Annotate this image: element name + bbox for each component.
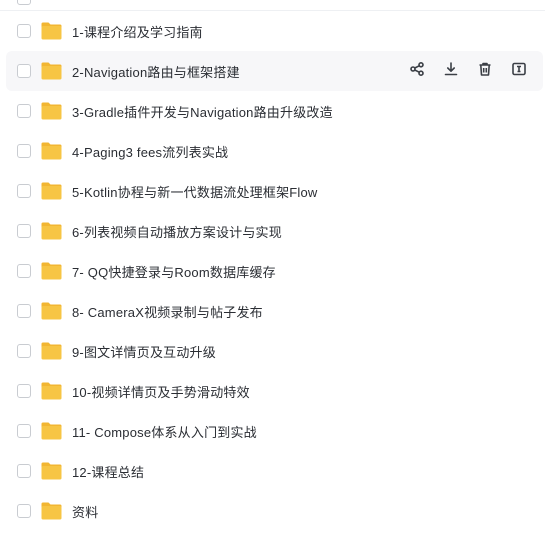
row-checkbox[interactable]	[17, 264, 31, 278]
row-checkbox[interactable]	[17, 184, 31, 198]
delete-icon	[477, 61, 493, 82]
file-row[interactable]: 11- Compose体系从入门到实战	[0, 411, 545, 451]
folder-icon	[40, 501, 63, 521]
file-row[interactable]: 9-图文详情页及互动升级	[0, 331, 545, 371]
row-checkbox[interactable]	[17, 64, 31, 78]
rename-button[interactable]	[511, 61, 527, 82]
file-row[interactable]: 资料	[0, 491, 545, 531]
folder-icon	[40, 181, 63, 201]
folder-icon	[40, 21, 63, 41]
file-name[interactable]: 资料	[72, 502, 98, 521]
folder-icon	[40, 61, 63, 81]
file-name[interactable]: 2-Navigation路由与框架搭建	[72, 62, 240, 81]
row-checkbox[interactable]	[17, 0, 31, 5]
folder-icon	[40, 261, 63, 281]
file-name[interactable]: 4-Paging3 fees流列表实战	[72, 142, 228, 161]
folder-icon	[40, 221, 63, 241]
folder-icon	[40, 381, 63, 401]
row-checkbox[interactable]	[17, 344, 31, 358]
folder-icon	[40, 461, 63, 481]
file-name[interactable]: 1-课程介绍及学习指南	[72, 22, 203, 41]
row-checkbox[interactable]	[17, 464, 31, 478]
row-actions	[409, 61, 527, 82]
file-row[interactable]: 2-Navigation路由与框架搭建	[6, 51, 543, 91]
file-row[interactable]: 4-Paging3 fees流列表实战	[0, 131, 545, 171]
file-name[interactable]: 10-视频详情页及手势滑动特效	[72, 382, 250, 401]
share-button[interactable]	[409, 61, 425, 82]
row-checkbox[interactable]	[17, 224, 31, 238]
row-checkbox[interactable]	[17, 504, 31, 518]
file-row[interactable]: 7- QQ快捷登录与Room数据库缓存	[0, 251, 545, 291]
file-row[interactable]: 6-列表视频自动播放方案设计与实现	[0, 211, 545, 251]
row-checkbox[interactable]	[17, 304, 31, 318]
row-checkbox[interactable]	[17, 144, 31, 158]
row-checkbox[interactable]	[17, 424, 31, 438]
file-row[interactable]: 8- CameraX视频录制与帖子发布	[0, 291, 545, 331]
file-list: 1-课程介绍及学习指南 2-Navigation路由与框架搭建 3-Gradle插件…	[0, 0, 545, 559]
folder-icon	[40, 341, 63, 361]
file-name[interactable]: 12-课程总结	[72, 462, 144, 481]
folder-icon	[40, 421, 63, 441]
file-row[interactable]: 1-课程介绍及学习指南	[0, 11, 545, 51]
file-name[interactable]: 7- QQ快捷登录与Room数据库缓存	[72, 262, 276, 281]
file-row[interactable]: 12-课程总结	[0, 451, 545, 491]
folder-icon	[40, 301, 63, 321]
row-checkbox[interactable]	[17, 24, 31, 38]
download-button[interactable]	[443, 61, 459, 82]
row-checkbox[interactable]	[17, 384, 31, 398]
file-name[interactable]: 9-图文详情页及互动升级	[72, 342, 216, 361]
share-icon	[409, 61, 425, 82]
file-row[interactable]: 3-Gradle插件开发与Navigation路由升级改造	[0, 91, 545, 131]
folder-icon	[40, 141, 63, 161]
file-name[interactable]: 8- CameraX视频录制与帖子发布	[72, 302, 263, 321]
folder-icon	[40, 101, 63, 121]
file-row[interactable]: 5-Kotlin协程与新一代数据流处理框架Flow	[0, 171, 545, 211]
file-name[interactable]: 3-Gradle插件开发与Navigation路由升级改造	[72, 102, 333, 121]
file-name[interactable]: 11- Compose体系从入门到实战	[72, 422, 257, 441]
file-row[interactable]: 10-视频详情页及手势滑动特效	[0, 371, 545, 411]
row-checkbox[interactable]	[17, 104, 31, 118]
file-name[interactable]: 6-列表视频自动播放方案设计与实现	[72, 222, 282, 241]
delete-button[interactable]	[477, 61, 493, 82]
file-name[interactable]: 5-Kotlin协程与新一代数据流处理框架Flow	[72, 182, 318, 201]
rename-icon	[511, 61, 527, 82]
partial-row-above	[0, 0, 545, 10]
download-icon	[443, 61, 459, 82]
